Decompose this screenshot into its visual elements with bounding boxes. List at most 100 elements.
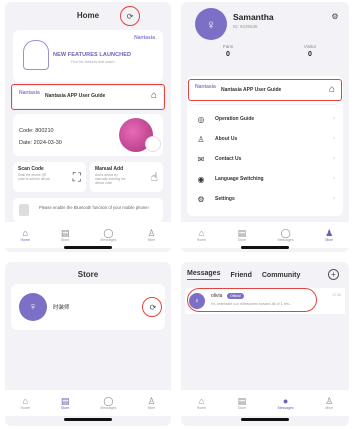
chevron-right-icon: › [333,116,335,122]
profile-id: ID: 9235536 [233,24,258,29]
globe-icon: ◉ [197,174,205,184]
message-icon: ● [282,396,289,406]
tab-home[interactable]: ⌂ Home [197,396,206,410]
tab-messages[interactable]: ● Messages [278,396,294,410]
tab-messages[interactable]: ◯ Messages [278,228,294,242]
tab-mine[interactable]: ♙ Mine [325,396,333,410]
menu-settings[interactable]: ⚙ Settings › [195,192,335,206]
home-icon: ⌂ [22,396,28,406]
device-image-accessory [145,136,161,152]
tab-messages[interactable]: ◯ Messages [100,396,116,410]
manual-add-card[interactable]: Manual Add Add a device by manually ente… [90,162,163,192]
home-icon: ⌂ [198,396,205,406]
tab-bar: ⌂ Home ▤ Store ◯ Messages ♙ Mine [5,222,171,248]
person-icon: ♙ [147,228,156,238]
home-indicator [64,246,112,249]
device-date: Date: 2024-03-30 [19,140,62,146]
banner-headline: NEW FEATURES LAUNCHED [53,52,132,58]
tab-messages[interactable]: Messages [187,270,221,280]
compass-icon: ◎ [197,114,205,124]
highlight-circle [142,297,162,317]
banner-subtitle: Find the features that match [71,60,115,64]
avatar[interactable]: ♀ [195,8,227,40]
tab-home[interactable]: ⌂ Home [21,396,30,410]
store-icon: ▤ [60,396,70,406]
tab-mine[interactable]: ♟ Mine [325,228,333,242]
tab-bar: ⌂ Home ▤ Store ◯ Messages ♟ Mine [181,222,349,248]
highlight-box [188,79,342,101]
menu-contact-us[interactable]: ✉ Contact Us › [195,152,335,166]
message-tabs: Messages Friend Community [187,270,300,280]
highlight-box [11,84,165,110]
store-screen: Store ♀ 时装师 ⟳ ⌂ Home ▤ Store ◯ Messages ♙ Mi… [5,262,171,426]
page-title: Store [77,270,99,279]
home-indicator [64,418,112,421]
fans-stat[interactable]: Fans 0 [203,44,253,58]
tab-store[interactable]: ▤ Store [238,396,247,410]
highlight-circle [120,6,140,26]
scan-code-card[interactable]: Scan Code Scan the device QR code to add… [13,162,86,192]
chevron-right-icon: › [333,196,335,202]
message-icon: ◯ [103,228,114,238]
tab-store[interactable]: ▤ Store [238,228,247,242]
store-icon: ▤ [237,228,247,238]
menu-language[interactable]: ◉ Language Switching › [195,172,336,186]
bluetooth-notice-text: Please enable the Bluetooth function of … [39,205,149,210]
tab-store[interactable]: ▤ Store [61,396,70,410]
manual-add-desc: Add a device by manually entering the de… [95,173,126,185]
feature-banner[interactable]: Nantasia NEW FEATURES LAUNCHED Find the … [13,30,163,82]
home-icon: ⌂ [22,228,28,238]
chevron-right-icon: › [333,156,335,162]
tab-bar: ⌂ Home ▤ Store ◯ Messages ♙ Mine [5,390,171,416]
message-icon: ◯ [280,228,291,238]
messages-screen: Messages Friend Community + ♀ olivia Off… [181,262,349,426]
profile-menu: Nantasia Nantasia APP User Guide ⌂ ◎ Ope… [187,76,343,216]
fans-label: Fans [222,44,233,49]
bluetooth-icon [19,204,29,216]
highlight-box [187,288,317,312]
message-time: 12:46 [332,293,341,297]
avatar: ♀ [19,293,47,321]
tab-friend[interactable]: Friend [230,272,251,279]
fans-value: 0 [226,51,230,58]
manual-add-title: Manual Add [95,166,124,172]
tab-home[interactable]: ⌂ Home [21,228,30,242]
person-icon: ♙ [197,134,205,144]
visitor-label: Visitor [303,44,317,49]
gear-icon: ⚙ [197,194,205,204]
person-icon: ♙ [147,396,156,406]
home-indicator [241,418,289,421]
store-icon: ▤ [60,228,70,238]
divider [193,104,337,105]
tab-mine[interactable]: ♙ Mine [147,228,155,242]
add-icon[interactable]: + [328,269,339,280]
device-code: Code: 800210 [19,128,54,134]
profile-screen: ♀ Samantha ID: 9235536 ⚙ Fans 0 Visitor … [181,2,349,252]
profile-name: Samantha [233,12,274,22]
banner-brand: Nantasia [134,35,155,41]
scan-code-title: Scan Code [18,166,44,172]
tab-home[interactable]: ⌂ Home [197,228,206,242]
store-name: 时装师 [53,305,70,311]
settings-gear-icon[interactable]: ⚙ [329,10,341,22]
tab-store[interactable]: ▤ Store [61,228,70,242]
home-icon: ⌂ [198,228,205,238]
banner-illustration [23,40,49,70]
tab-community[interactable]: Community [262,272,301,279]
page-title: Home [76,11,100,20]
store-icon: ▤ [237,396,247,406]
chevron-right-icon: › [333,136,335,142]
message-icon: ◯ [103,396,114,406]
mail-icon: ✉ [197,154,205,164]
qr-scan-icon: ⛶ [72,170,81,184]
device-card[interactable]: Code: 800210 Date: 2024-03-30 [13,114,163,156]
menu-about-us[interactable]: ♙ About Us › [195,132,335,146]
home-indicator [241,246,289,249]
tab-mine[interactable]: ♙ Mine [147,396,155,410]
tab-messages[interactable]: ◯ Messages [100,228,116,242]
menu-operation-guide[interactable]: ◎ Operation Guide › [195,112,336,126]
person-icon: ♟ [325,228,334,238]
bluetooth-notice: Please enable the Bluetooth function of … [13,198,163,222]
person-icon: ♙ [325,396,334,406]
visitor-stat[interactable]: Visitor 0 [285,44,335,58]
